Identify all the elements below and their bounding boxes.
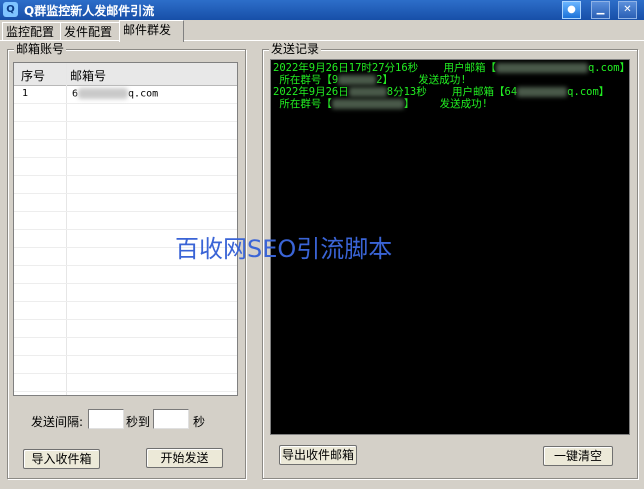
table-row <box>14 122 237 140</box>
table-row <box>14 356 237 374</box>
table-header: 序号 邮箱号 <box>14 63 237 86</box>
row-number: 1 <box>22 88 29 99</box>
export-recipients-button[interactable]: 导出收件邮箱 <box>279 445 357 465</box>
tab-mass-mail[interactable]: 邮件群发 <box>119 20 184 42</box>
minimize-button[interactable]: ▁ <box>591 1 610 19</box>
table-row <box>14 302 237 320</box>
log-line: 所在群号【】 发送成功! <box>273 98 488 110</box>
skin-icon[interactable]: ● <box>562 1 581 19</box>
redacted-blur <box>517 87 568 97</box>
table-row <box>14 320 237 338</box>
column-header-mail[interactable]: 邮箱号 <box>70 67 106 84</box>
table-row <box>14 176 237 194</box>
interval-label: 发送间隔: <box>31 415 84 429</box>
redacted-blur <box>348 87 387 97</box>
table-row[interactable]: 1 6 q.com <box>14 86 237 104</box>
import-recipients-button[interactable]: 导入收件箱 <box>23 449 100 469</box>
row-mail: 6 q.com <box>72 88 159 100</box>
interval-from-input[interactable] <box>88 409 124 429</box>
redacted-blur <box>338 75 377 85</box>
log-line: 2022年9月26日17时27分16秒 用户邮箱【 q.com】 <box>273 62 630 74</box>
table-row <box>14 266 237 284</box>
redacted-blur <box>331 99 404 109</box>
start-send-button[interactable]: 开始发送 <box>146 448 223 468</box>
table-row <box>14 374 237 392</box>
mail-account-group-title: 邮箱账号 <box>14 42 67 56</box>
watermark-text: 百收网SEO引流脚本 <box>175 235 393 263</box>
column-header-no[interactable]: 序号 <box>21 67 45 84</box>
table-row <box>14 158 237 176</box>
tab-send-config[interactable]: 发件配置 <box>60 22 123 41</box>
redacted-blur <box>495 63 588 73</box>
table-row <box>14 104 237 122</box>
log-line: 所在群号【9 2】 发送成功! <box>273 74 467 86</box>
interval-to-label: 秒到 <box>126 415 151 429</box>
title-bar: Q Q群监控新人发邮件引流 ● ▁ ✕ <box>0 0 644 20</box>
table-row <box>14 140 237 158</box>
log-line: 2022年9月26日 8分13秒 用户邮箱【64 q.com】 <box>273 86 610 98</box>
tab-divider <box>0 40 644 41</box>
table-row <box>14 212 237 230</box>
app-icon: Q <box>3 2 18 17</box>
close-button[interactable]: ✕ <box>618 1 637 19</box>
table-row <box>14 194 237 212</box>
window-title: Q群监控新人发邮件引流 <box>24 4 155 18</box>
redacted-blur <box>78 88 129 99</box>
send-log-group-title: 发送记录 <box>269 42 322 56</box>
table-row <box>14 284 237 302</box>
tab-monitor-config[interactable]: 监控配置 <box>2 22 65 41</box>
table-row <box>14 338 237 356</box>
interval-unit-label: 秒 <box>193 415 206 429</box>
clear-all-button[interactable]: 一键清空 <box>543 446 613 466</box>
interval-to-input[interactable] <box>153 409 189 429</box>
